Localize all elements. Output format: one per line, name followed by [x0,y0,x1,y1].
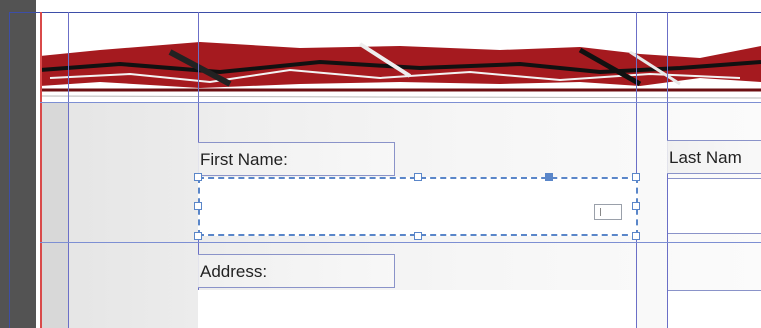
selected-text-frame[interactable] [198,177,638,236]
address-label-frame[interactable]: Address: [198,254,395,288]
selection-handle-bottom-right[interactable] [632,232,640,240]
layout-canvas: First Name: Last Nam Address: [0,0,761,328]
selection-handle-middle-left[interactable] [194,202,202,210]
selection-handle-top-right[interactable] [632,173,640,181]
address-label: Address: [200,262,268,281]
margin-guide-left[interactable] [68,12,69,328]
pasteboard-strip [0,0,36,328]
selection-handle-top-center[interactable] [414,173,422,181]
page-margin-gutter [40,96,68,328]
selection-handle-anchor[interactable] [545,173,553,181]
port-cursor-icon [600,208,603,216]
pasteboard-top [36,0,761,12]
first-name-label-frame[interactable]: First Name: [198,142,395,176]
text-in-port-icon[interactable] [594,204,622,220]
column-guide-2[interactable] [636,12,637,328]
selection-handle-bottom-center[interactable] [414,232,422,240]
bleed-line [40,12,42,328]
last-name-label: Last Nam [669,148,742,167]
last-name-field[interactable] [668,178,761,234]
last-name-label-frame[interactable]: Last Nam [667,140,761,174]
first-name-label: First Name: [200,150,288,169]
selection-handle-top-left[interactable] [194,173,202,181]
selection-handle-bottom-left[interactable] [194,232,202,240]
row-guide-mid[interactable] [40,242,761,243]
selection-handle-middle-right[interactable] [632,202,640,210]
address-field-right[interactable] [668,290,761,328]
banner-graphic [39,12,761,102]
header-banner-image[interactable] [39,12,761,102]
address-field[interactable] [198,290,636,328]
row-guide-top[interactable] [40,102,761,103]
